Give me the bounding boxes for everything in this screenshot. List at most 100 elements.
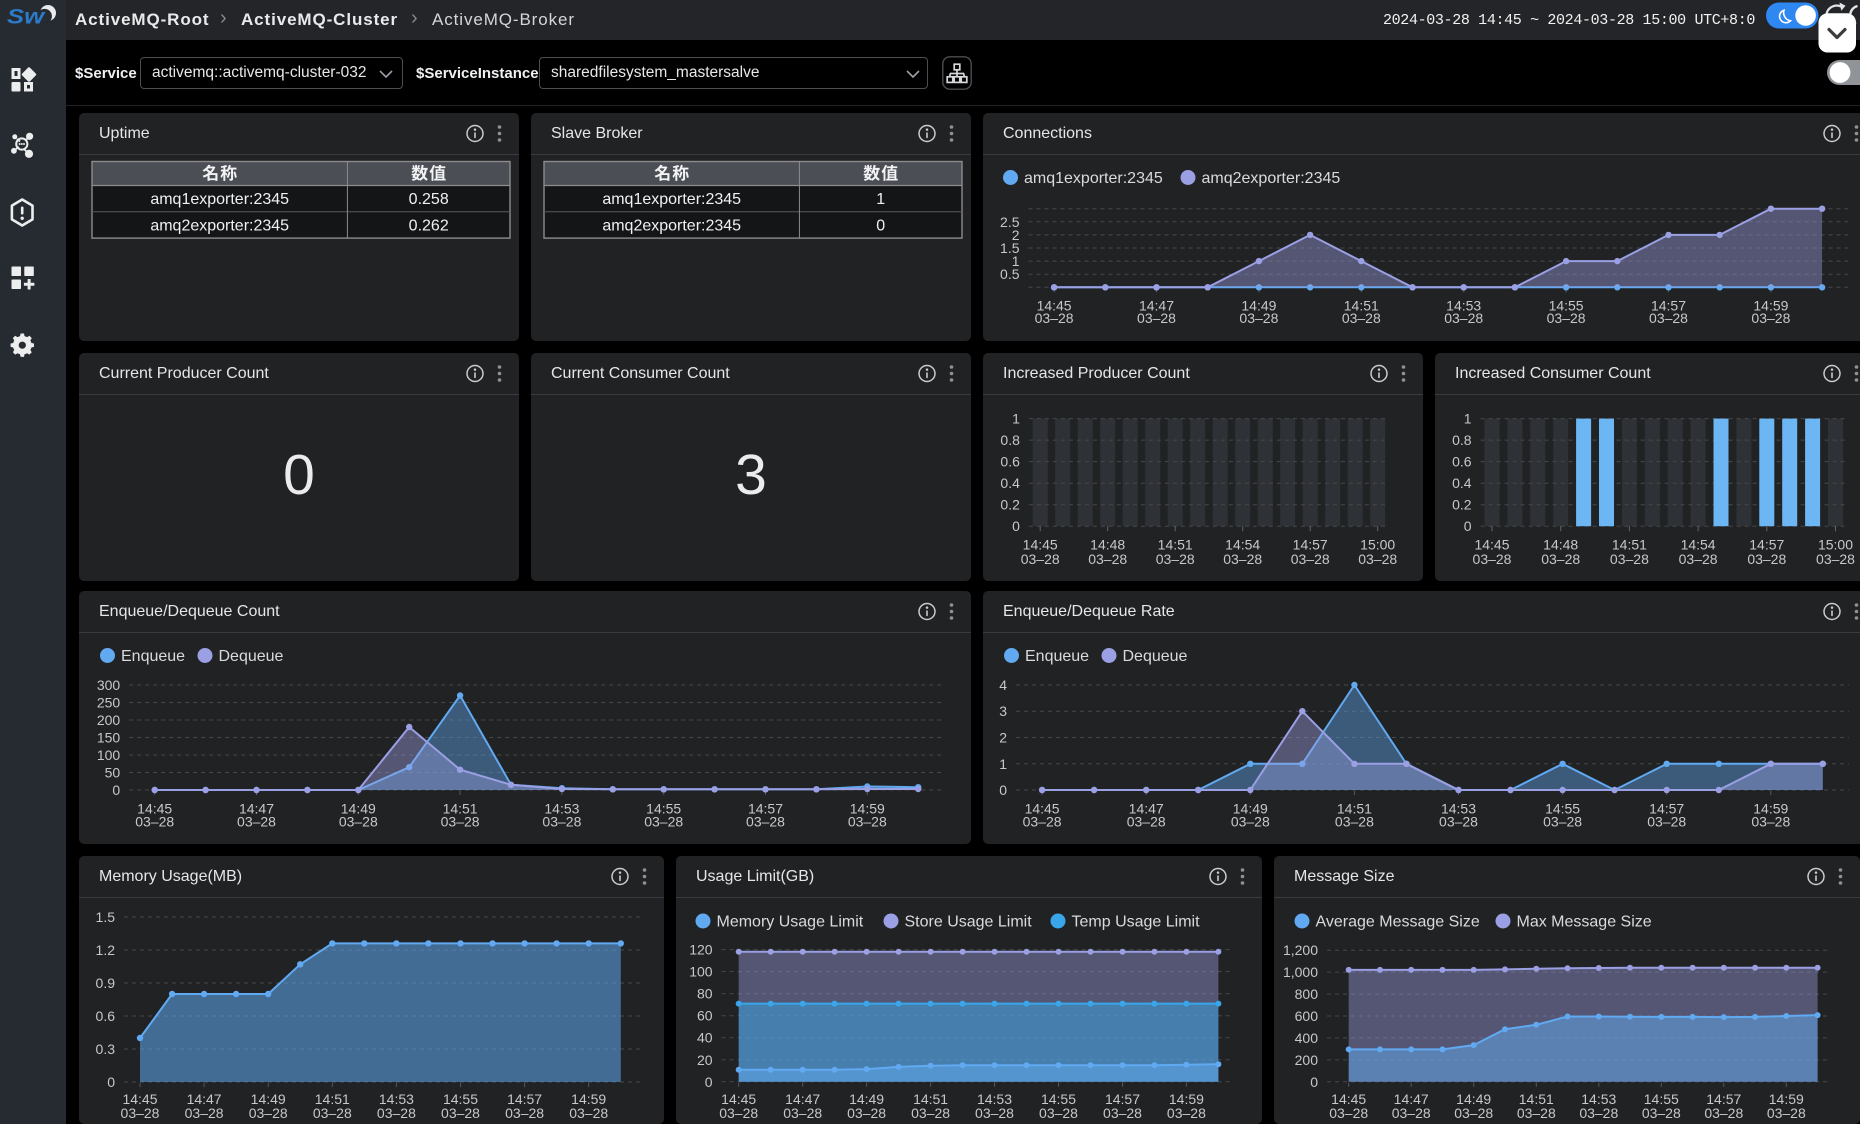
svg-text:03–28: 03–28 xyxy=(339,813,378,829)
svg-text:03–28: 03–28 xyxy=(1704,1105,1743,1121)
svg-text:amq2exporter:2345: amq2exporter:2345 xyxy=(602,217,741,234)
svg-text:03–28: 03–28 xyxy=(1439,813,1478,829)
svg-text:03–28: 03–28 xyxy=(1239,310,1278,326)
svg-text:1: 1 xyxy=(876,191,885,208)
svg-text:03–28: 03–28 xyxy=(1291,551,1330,567)
svg-text:50: 50 xyxy=(105,765,121,781)
svg-text:03–28: 03–28 xyxy=(135,813,174,829)
svg-text:03–28: 03–28 xyxy=(1541,551,1580,567)
svg-text:0.6: 0.6 xyxy=(1000,454,1020,470)
svg-text:03–28: 03–28 xyxy=(1747,551,1786,567)
svg-text:03–28: 03–28 xyxy=(1021,551,1060,567)
svg-text:100: 100 xyxy=(97,747,121,763)
svg-text:3: 3 xyxy=(999,703,1007,719)
svg-text:03–28: 03–28 xyxy=(1392,1105,1431,1121)
svg-text:03–28: 03–28 xyxy=(1329,1105,1368,1121)
svg-text:1.5: 1.5 xyxy=(96,909,116,925)
svg-text:1,000: 1,000 xyxy=(1283,964,1318,980)
svg-text:03–28: 03–28 xyxy=(1473,551,1512,567)
svg-text:60: 60 xyxy=(697,1008,713,1024)
svg-text:1.2: 1.2 xyxy=(96,942,116,958)
svg-text:amq1exporter:2345: amq1exporter:2345 xyxy=(150,191,289,208)
svg-text:2.5: 2.5 xyxy=(1000,214,1020,230)
svg-text:0.3: 0.3 xyxy=(96,1041,116,1057)
svg-text:03–28: 03–28 xyxy=(505,1105,544,1121)
svg-text:03–28: 03–28 xyxy=(719,1105,758,1121)
svg-text:03–28: 03–28 xyxy=(1649,310,1688,326)
svg-text:03–28: 03–28 xyxy=(377,1105,416,1121)
svg-text:250: 250 xyxy=(97,695,121,711)
svg-text:0: 0 xyxy=(1012,518,1020,534)
svg-text:03–28: 03–28 xyxy=(1647,813,1686,829)
svg-text:03–28: 03–28 xyxy=(1751,813,1790,829)
svg-text:800: 800 xyxy=(1295,986,1319,1002)
svg-text:0: 0 xyxy=(107,1074,115,1090)
svg-text:03–28: 03–28 xyxy=(911,1105,950,1121)
svg-text:03–28: 03–28 xyxy=(1517,1105,1556,1121)
svg-text:Enqueue: Enqueue xyxy=(121,648,185,665)
svg-text:03–28: 03–28 xyxy=(1156,551,1195,567)
svg-text:03–28: 03–28 xyxy=(1358,551,1397,567)
svg-text:03–28: 03–28 xyxy=(1454,1105,1493,1121)
svg-text:Max Message Size: Max Message Size xyxy=(1517,914,1652,931)
svg-text:0: 0 xyxy=(876,217,885,234)
svg-text:03–28: 03–28 xyxy=(1335,813,1374,829)
svg-text:0.8: 0.8 xyxy=(1000,432,1020,448)
svg-text:150: 150 xyxy=(97,730,121,746)
svg-text:03–28: 03–28 xyxy=(1039,1105,1078,1121)
svg-text:03–28: 03–28 xyxy=(1444,310,1483,326)
svg-text:03–28: 03–28 xyxy=(1816,551,1855,567)
svg-text:200: 200 xyxy=(1295,1052,1319,1068)
svg-text:03–28: 03–28 xyxy=(1127,813,1166,829)
svg-text:03–28: 03–28 xyxy=(1751,310,1790,326)
svg-text:0: 0 xyxy=(1464,518,1472,534)
svg-text:0: 0 xyxy=(1310,1074,1318,1090)
svg-text:0.6: 0.6 xyxy=(96,1008,116,1024)
svg-text:03–28: 03–28 xyxy=(1023,813,1062,829)
svg-text:400: 400 xyxy=(1295,1030,1319,1046)
svg-text:Enqueue: Enqueue xyxy=(1025,648,1089,665)
svg-text:1: 1 xyxy=(999,756,1007,772)
svg-text:03–28: 03–28 xyxy=(569,1105,608,1121)
svg-text:0.4: 0.4 xyxy=(1000,475,1020,491)
svg-text:03–28: 03–28 xyxy=(313,1105,352,1121)
svg-text:03–28: 03–28 xyxy=(121,1105,160,1121)
svg-text:0.9: 0.9 xyxy=(96,975,116,991)
svg-text:amq1exporter:2345: amq1exporter:2345 xyxy=(602,191,741,208)
svg-text:1: 1 xyxy=(1012,411,1020,427)
svg-text:03–28: 03–28 xyxy=(441,813,480,829)
svg-text:80: 80 xyxy=(697,986,713,1002)
svg-text:amq2exporter:2345: amq2exporter:2345 xyxy=(150,217,289,234)
svg-text:Temp Usage Limit: Temp Usage Limit xyxy=(1072,914,1201,931)
svg-text:1,200: 1,200 xyxy=(1283,942,1318,958)
svg-text:Memory Usage Limit: Memory Usage Limit xyxy=(717,914,864,931)
svg-text:0.262: 0.262 xyxy=(409,217,449,234)
svg-text:03–28: 03–28 xyxy=(746,813,785,829)
svg-text:03–28: 03–28 xyxy=(1767,1105,1806,1121)
svg-text:03–28: 03–28 xyxy=(1579,1105,1618,1121)
svg-text:03–28: 03–28 xyxy=(1231,813,1270,829)
svg-text:amq2exporter:2345: amq2exporter:2345 xyxy=(1202,170,1341,187)
svg-text:03–28: 03–28 xyxy=(847,1105,886,1121)
svg-text:03–28: 03–28 xyxy=(441,1105,480,1121)
svg-text:03–28: 03–28 xyxy=(848,813,887,829)
svg-text:Store Usage Limit: Store Usage Limit xyxy=(905,914,1033,931)
svg-text:03–28: 03–28 xyxy=(542,813,581,829)
svg-text:200: 200 xyxy=(97,712,121,728)
svg-text:0.2: 0.2 xyxy=(1000,497,1020,513)
svg-text:0: 0 xyxy=(705,1074,713,1090)
svg-text:03–28: 03–28 xyxy=(1543,813,1582,829)
svg-text:0.6: 0.6 xyxy=(1452,454,1472,470)
svg-text:03–28: 03–28 xyxy=(783,1105,822,1121)
svg-text:0: 0 xyxy=(999,782,1007,798)
svg-text:03–28: 03–28 xyxy=(1610,551,1649,567)
svg-text:0.2: 0.2 xyxy=(1452,497,1472,513)
svg-text:100: 100 xyxy=(689,964,713,980)
svg-text:03–28: 03–28 xyxy=(1103,1105,1142,1121)
svg-text:03–28: 03–28 xyxy=(1547,310,1586,326)
svg-text:Sw: Sw xyxy=(7,5,46,28)
svg-text:120: 120 xyxy=(689,942,713,958)
svg-text:0.258: 0.258 xyxy=(409,191,449,208)
svg-text:20: 20 xyxy=(697,1052,713,1068)
svg-text:Dequeue: Dequeue xyxy=(1123,648,1188,665)
